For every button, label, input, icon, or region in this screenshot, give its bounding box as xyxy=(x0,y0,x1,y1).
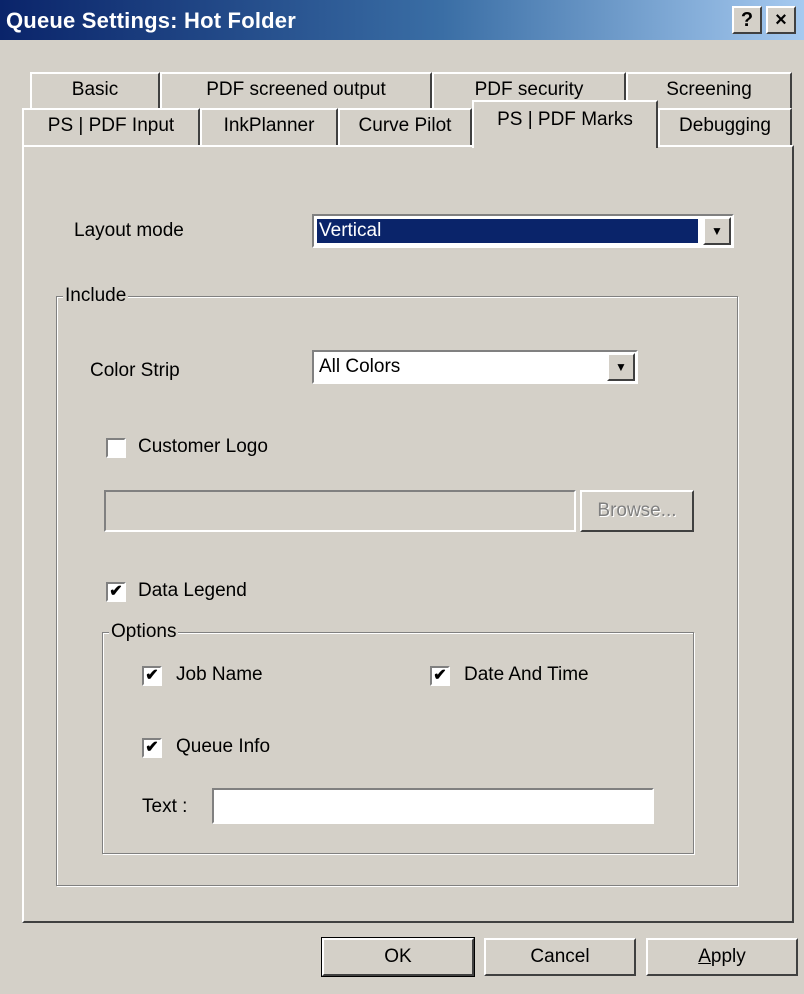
job-name-label: Job Name xyxy=(176,664,263,685)
customer-logo-label: Customer Logo xyxy=(138,436,268,457)
ok-button[interactable]: OK xyxy=(321,937,475,977)
queue-info-checkbox[interactable]: ✔ xyxy=(142,738,162,758)
data-legend-checkbox[interactable]: ✔ xyxy=(106,582,126,602)
queue-info-label: Queue Info xyxy=(176,736,271,757)
layout-mode-label: Layout mode xyxy=(74,220,184,241)
include-legend: Include xyxy=(63,285,129,307)
tab-curve-pilot[interactable]: Curve Pilot xyxy=(338,108,472,146)
chevron-down-icon[interactable]: ▼ xyxy=(703,217,731,245)
job-name-checkbox[interactable]: ✔ xyxy=(142,666,162,686)
window-title: Queue Settings: Hot Folder xyxy=(6,8,296,33)
layout-mode-select[interactable]: Vertical ▼ xyxy=(312,214,734,248)
customer-logo-path-input[interactable] xyxy=(104,490,576,532)
data-legend-label: Data Legend xyxy=(138,580,247,601)
queue-settings-dialog: Queue Settings: Hot Folder ? × Basic PDF… xyxy=(0,0,804,994)
date-and-time-checkbox[interactable]: ✔ xyxy=(430,666,450,686)
text-input[interactable] xyxy=(212,788,654,824)
tab-inkplanner[interactable]: InkPlanner xyxy=(200,108,338,146)
tab-basic[interactable]: Basic xyxy=(30,72,160,108)
tab-ps-pdf-marks[interactable]: PS | PDF Marks xyxy=(472,100,658,148)
browse-button[interactable]: Browse... xyxy=(580,490,694,532)
color-strip-select[interactable]: All Colors ▼ xyxy=(312,350,638,384)
title-bar: Queue Settings: Hot Folder ? × xyxy=(0,0,804,40)
tab-pdf-screened-output[interactable]: PDF screened output xyxy=(160,72,432,108)
customer-logo-checkbox[interactable] xyxy=(106,438,126,458)
apply-mnemonic: A xyxy=(698,946,711,967)
date-and-time-label: Date And Time xyxy=(464,664,589,685)
help-button[interactable]: ? xyxy=(732,6,762,34)
color-strip-value: All Colors xyxy=(319,356,401,377)
text-label: Text : xyxy=(142,796,188,817)
options-legend: Options xyxy=(109,621,179,643)
layout-mode-value: Vertical xyxy=(316,218,699,244)
cancel-button[interactable]: Cancel xyxy=(484,938,636,976)
apply-button[interactable]: Apply xyxy=(646,938,798,976)
close-button[interactable]: × xyxy=(766,6,796,34)
color-strip-label: Color Strip xyxy=(90,360,180,381)
tab-ps-pdf-input[interactable]: PS | PDF Input xyxy=(22,108,200,146)
tab-debugging[interactable]: Debugging xyxy=(658,108,792,146)
apply-label-rest: pply xyxy=(710,946,746,967)
chevron-down-icon[interactable]: ▼ xyxy=(607,353,635,381)
